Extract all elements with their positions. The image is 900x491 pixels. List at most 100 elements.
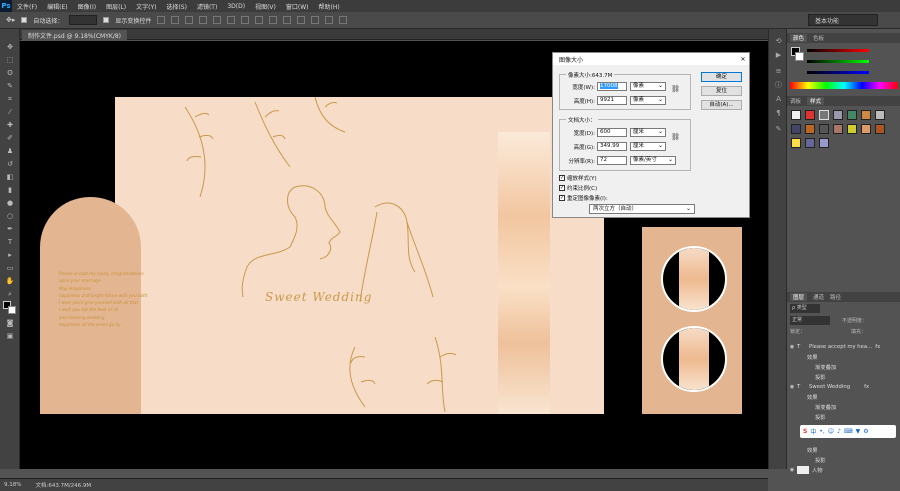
emoji-icon[interactable]: ☺: [828, 428, 834, 435]
settings-icon[interactable]: ⚙: [863, 428, 868, 435]
resample-checkbox[interactable]: ✓ 重定图像像素(I):: [559, 194, 608, 202]
style-swatch[interactable]: [805, 138, 815, 148]
resolution-input[interactable]: 72: [597, 156, 627, 165]
quick-select-tool-icon[interactable]: ✎: [5, 82, 15, 90]
align-top-icon[interactable]: [157, 16, 166, 24]
red-slider[interactable]: [807, 49, 869, 52]
clone-stamp-tool-icon[interactable]: ♟: [5, 147, 15, 155]
ime-toolbar[interactable]: S 中 •, ☺ ♪ ⌨ ▼ ⚙: [800, 425, 896, 438]
width-pixels-input[interactable]: 17008: [597, 82, 627, 91]
zoom-level[interactable]: 9.18%: [4, 482, 21, 488]
style-swatch[interactable]: [847, 124, 857, 134]
tab-layers[interactable]: 图层: [790, 293, 808, 301]
blur-tool-icon[interactable]: ●: [5, 199, 15, 207]
style-swatch[interactable]: [847, 110, 857, 120]
show-transform-checkbox[interactable]: [103, 17, 110, 23]
zoom-tool-icon[interactable]: ⌕: [5, 290, 15, 298]
style-swatch[interactable]: [819, 138, 829, 148]
screen-mode-icon[interactable]: ▣: [5, 332, 15, 340]
hand-tool-icon[interactable]: ✋: [5, 277, 15, 285]
distribute-right-icon[interactable]: [311, 16, 320, 24]
style-swatch[interactable]: [833, 110, 843, 120]
pen-tool-icon[interactable]: ✒: [5, 225, 15, 233]
shape-tool-icon[interactable]: ▭: [5, 264, 15, 272]
type-tool-icon[interactable]: T: [5, 238, 15, 246]
style-swatch[interactable]: [805, 124, 815, 134]
paragraph-icon[interactable]: ¶: [774, 109, 783, 117]
menu-3d[interactable]: 3D(D): [222, 3, 250, 10]
3d-mode-icon[interactable]: [339, 16, 348, 24]
style-swatch[interactable]: [791, 124, 801, 134]
eye-icon[interactable]: ◉: [787, 384, 797, 390]
green-slider[interactable]: [807, 60, 869, 63]
doc-height-unit-dropdown[interactable]: 厘米: [630, 142, 666, 151]
eraser-tool-icon[interactable]: ◧: [5, 173, 15, 181]
move-tool-icon[interactable]: ✥: [5, 43, 15, 51]
reset-button[interactable]: 复位: [701, 86, 742, 96]
crop-tool-icon[interactable]: ⌗: [5, 95, 15, 103]
doc-width-input[interactable]: 600: [597, 128, 627, 137]
brush-presets-icon[interactable]: ✎: [774, 125, 783, 133]
eye-icon[interactable]: ◉: [787, 467, 797, 473]
actions-icon[interactable]: ▶: [774, 51, 783, 59]
eye-icon[interactable]: ◉: [787, 344, 797, 350]
info-icon[interactable]: ⓘ: [774, 81, 783, 89]
height-pixels-input[interactable]: 9921: [597, 96, 627, 105]
history-icon[interactable]: ⟲: [774, 37, 783, 45]
menu-view[interactable]: 视图(V): [250, 2, 281, 11]
tab-channels[interactable]: 通道: [813, 293, 824, 301]
distribute-left-icon[interactable]: [283, 16, 292, 24]
properties-icon[interactable]: ≡: [774, 67, 783, 75]
resolution-unit-dropdown[interactable]: 像素/英寸: [630, 156, 676, 165]
distribute-bottom-icon[interactable]: [269, 16, 278, 24]
character-icon[interactable]: A: [774, 95, 783, 103]
eyedropper-tool-icon[interactable]: ⁄: [5, 108, 15, 116]
menu-file[interactable]: 文件(F): [12, 2, 42, 11]
menu-type[interactable]: 文字(Y): [131, 2, 161, 11]
resample-method-dropdown[interactable]: 两次立方（自动）: [589, 204, 695, 214]
width-unit-dropdown[interactable]: 像素: [630, 82, 666, 91]
gradient-tool-icon[interactable]: ▮: [5, 186, 15, 194]
style-swatch[interactable]: [861, 110, 871, 120]
distribute-top-icon[interactable]: [241, 16, 250, 24]
align-center-icon[interactable]: [213, 16, 222, 24]
blend-mode-dropdown[interactable]: 正常: [790, 316, 830, 325]
punctuation-icon[interactable]: •,: [819, 428, 824, 435]
auto-select-checkbox[interactable]: [21, 17, 28, 23]
style-swatch[interactable]: [875, 110, 885, 120]
skin-icon[interactable]: ▼: [856, 428, 861, 435]
align-left-icon[interactable]: [199, 16, 208, 24]
layer-effect-row[interactable]: 投影: [787, 411, 900, 422]
healing-tool-icon[interactable]: ✚: [5, 121, 15, 129]
document-tab[interactable]: 制作文件.psd @ 9.18%(CMYK/8): [22, 30, 128, 40]
ime-mode-label[interactable]: 中: [810, 427, 816, 436]
menu-select[interactable]: 选择(S): [161, 2, 192, 11]
keyboard-icon[interactable]: ⌨: [844, 428, 853, 435]
constrain-proportions-checkbox[interactable]: ✓ 约束比例(C): [559, 184, 597, 192]
close-icon[interactable]: ✕: [737, 56, 749, 63]
tab-color[interactable]: 颜色: [790, 34, 808, 42]
distribute-center-icon[interactable]: [297, 16, 306, 24]
tab-swatches[interactable]: 色板: [813, 34, 824, 42]
style-swatch[interactable]: [819, 124, 829, 134]
style-swatch[interactable]: [805, 110, 815, 120]
quick-mask-icon[interactable]: ◙: [5, 319, 15, 327]
height-unit-dropdown[interactable]: 像素: [630, 96, 666, 105]
background-color-swatch[interactable]: [8, 306, 16, 314]
tab-styles[interactable]: 样式: [807, 97, 825, 105]
auto-select-dropdown[interactable]: [69, 15, 98, 25]
style-swatch[interactable]: [791, 138, 801, 148]
style-swatch[interactable]: [861, 124, 871, 134]
document-info[interactable]: 文档:643.7M/246.9M: [35, 481, 91, 489]
tab-adjustments[interactable]: 调板: [790, 97, 801, 105]
auto-align-icon[interactable]: [325, 16, 334, 24]
style-swatch[interactable]: [791, 110, 801, 120]
workspace-dropdown[interactable]: 基本功能: [808, 14, 878, 26]
path-select-tool-icon[interactable]: ▸: [5, 251, 15, 259]
align-bottom-icon[interactable]: [185, 16, 194, 24]
align-right-icon[interactable]: [227, 16, 236, 24]
menu-edit[interactable]: 编辑(E): [42, 2, 72, 11]
marquee-tool-icon[interactable]: ⬚: [5, 56, 15, 64]
blue-slider[interactable]: [807, 71, 869, 74]
lasso-tool-icon[interactable]: ʘ: [5, 69, 15, 77]
